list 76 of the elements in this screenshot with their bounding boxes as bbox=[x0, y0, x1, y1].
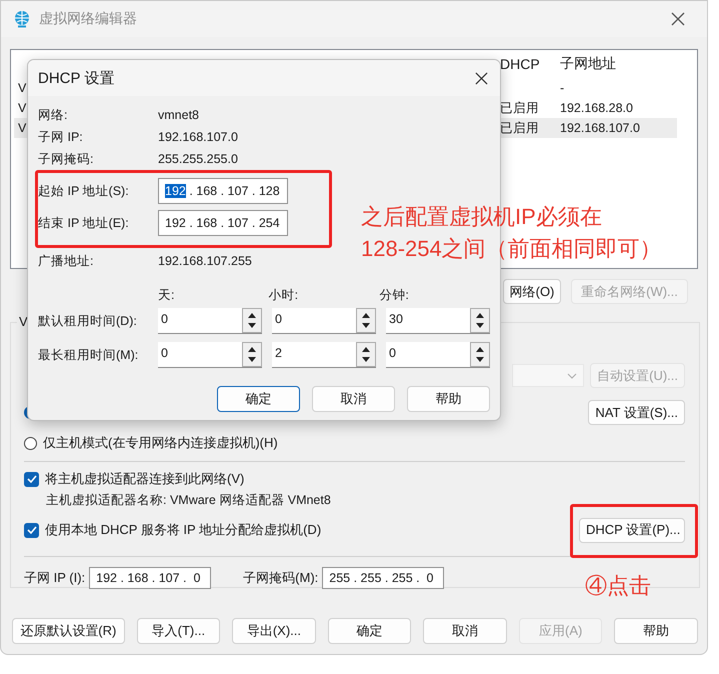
nat-settings-button[interactable]: NAT 设置(S)... bbox=[588, 400, 685, 425]
table-cell: 192.168.28.0 bbox=[560, 101, 633, 115]
globe-icon bbox=[13, 10, 31, 28]
unit-label: 天: bbox=[158, 287, 176, 304]
dialog-button[interactable]: 还原默认设置(R) bbox=[12, 618, 125, 644]
ip-field[interactable]: 192 . 168 . 107 . 254 bbox=[158, 210, 288, 236]
dialog-button[interactable]: 帮助 bbox=[407, 386, 490, 412]
up-arrow-icon[interactable] bbox=[475, 312, 485, 318]
down-arrow-icon[interactable] bbox=[475, 323, 485, 330]
dialog-button[interactable]: 取消 bbox=[312, 386, 395, 412]
down-arrow-icon[interactable] bbox=[361, 323, 371, 330]
subnet-ip-label: 子网 IP (I): bbox=[24, 569, 86, 587]
field-value: 192.168.107.255 bbox=[158, 254, 252, 268]
table-cell-text: V bbox=[17, 81, 26, 95]
checkbox[interactable] bbox=[24, 522, 39, 538]
table-cell: 192.168.107.0 bbox=[560, 121, 640, 135]
field-label: 网络: bbox=[38, 106, 68, 124]
unit-label: 分钟: bbox=[379, 287, 410, 304]
table-cell: 已启用 bbox=[500, 120, 539, 134]
field-label: 子网掩码: bbox=[38, 150, 94, 168]
adapter-name: 主机虚拟适配器名称: VMware 网络适配器 VMnet8 bbox=[46, 492, 331, 508]
subnet-mask-label: 子网掩码(M): bbox=[243, 569, 318, 587]
down-arrow-icon[interactable] bbox=[475, 357, 485, 364]
down-arrow-icon[interactable] bbox=[247, 357, 257, 364]
spin-box[interactable]: 0 bbox=[272, 308, 376, 334]
dialog-button[interactable]: 帮助 bbox=[614, 618, 698, 644]
dialog-button[interactable]: 确定 bbox=[217, 386, 300, 412]
dialog-button[interactable]: 确定 bbox=[328, 618, 412, 644]
down-arrow-icon[interactable] bbox=[247, 323, 257, 330]
radio-label[interactable]: 仅主机模式(在专用网络内连接虚拟机)(H) bbox=[43, 434, 278, 452]
down-arrow-icon[interactable] bbox=[361, 357, 371, 364]
window-title: 虚拟网络编辑器 bbox=[39, 10, 137, 28]
dialog-title: DHCP 设置 bbox=[38, 68, 114, 88]
unit-label: 小时: bbox=[268, 287, 300, 304]
table-cell: 已启用 bbox=[500, 100, 539, 114]
ip-field[interactable]: 192 . 168 . 107 . 128 bbox=[158, 178, 288, 204]
field-label: 子网 IP: bbox=[38, 128, 84, 146]
field-label: 最长租用时间(M): bbox=[38, 346, 140, 364]
checkbox-label[interactable]: 使用本地 DHCP 服务将 IP 地址分配给虚拟机(D) bbox=[45, 521, 322, 539]
field-label: 广播地址: bbox=[38, 252, 94, 270]
column-header[interactable]: DHCP bbox=[500, 56, 540, 72]
dialog-button[interactable]: 取消 bbox=[423, 618, 507, 644]
dhcp-settings-button[interactable]: DHCP 设置(P)... bbox=[579, 518, 685, 542]
spin-box[interactable]: 0 bbox=[386, 342, 490, 368]
checkbox[interactable] bbox=[24, 472, 39, 486]
spin-box[interactable]: 0 bbox=[158, 308, 262, 334]
field-label: 默认租用时间(D): bbox=[38, 312, 138, 330]
field-value: vmnet8 bbox=[158, 108, 199, 122]
column-header[interactable]: 子网地址 bbox=[560, 55, 616, 73]
table-cell: - bbox=[560, 81, 564, 95]
spin-box[interactable]: 0 bbox=[158, 342, 262, 368]
up-arrow-icon[interactable] bbox=[247, 346, 257, 352]
up-arrow-icon[interactable] bbox=[475, 346, 485, 352]
field-value: 255.255.255.0 bbox=[158, 152, 238, 166]
up-arrow-icon[interactable] bbox=[361, 312, 371, 318]
close-icon[interactable] bbox=[475, 72, 488, 84]
field-label: 起始 IP 地址(S): bbox=[38, 182, 130, 200]
field-value: 192.168.107.0 bbox=[158, 130, 238, 144]
annotation-text: ④点击 bbox=[585, 572, 651, 600]
up-arrow-icon[interactable] bbox=[361, 346, 371, 352]
checkbox-label[interactable]: 将主机虚拟适配器连接到此网络(V) bbox=[45, 470, 244, 488]
ip-field[interactable]: 192 . 168 . 107 . 0 bbox=[89, 567, 212, 589]
field-label: 结束 IP 地址(E): bbox=[38, 214, 130, 232]
spin-box[interactable]: 30 bbox=[386, 308, 490, 334]
table-cell-text: V bbox=[17, 121, 26, 135]
up-arrow-icon[interactable] bbox=[247, 312, 257, 318]
ip-field[interactable]: 255 . 255 . 255 . 0 bbox=[322, 567, 444, 589]
annotation-text: 128-254之间（前面相同即可） bbox=[361, 235, 662, 263]
dialog-button[interactable]: 导入(T)... bbox=[136, 618, 220, 644]
annotation-text: 之后配置虚拟机IP必须在 bbox=[361, 203, 603, 231]
list-button[interactable]: 网络(O) bbox=[503, 279, 561, 304]
dialog-button[interactable]: 导出(X)... bbox=[232, 618, 316, 644]
close-icon[interactable] bbox=[671, 12, 685, 26]
chevron-icon bbox=[567, 372, 578, 378]
radio-button[interactable] bbox=[24, 436, 37, 450]
spin-box[interactable]: 2 bbox=[272, 342, 376, 368]
